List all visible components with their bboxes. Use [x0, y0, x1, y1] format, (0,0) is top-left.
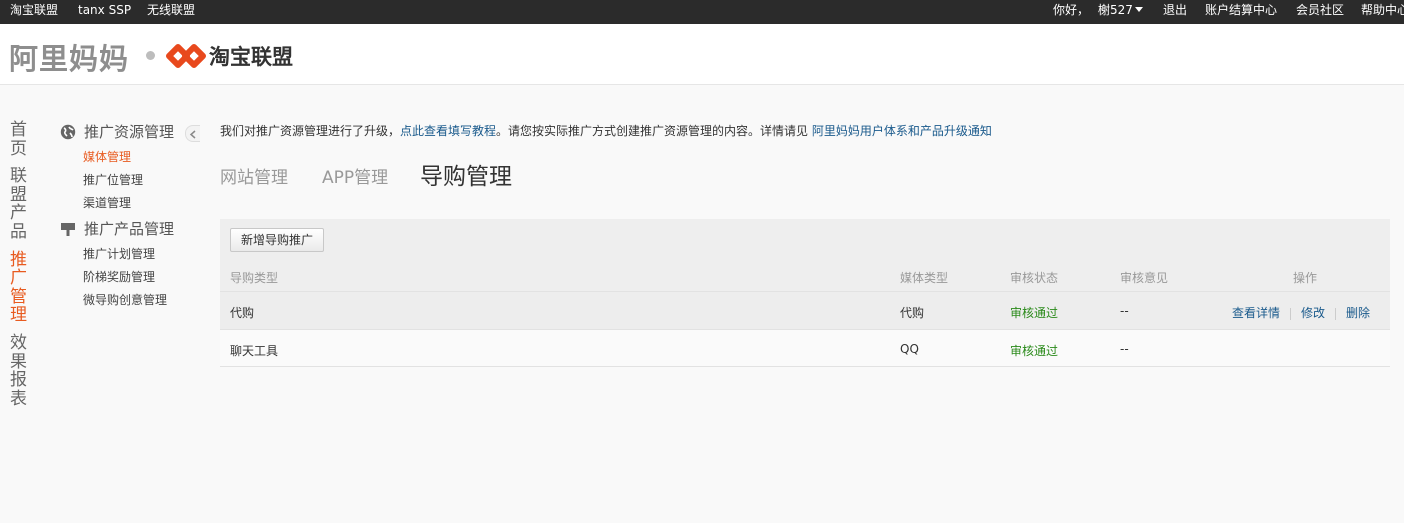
column-header-actions: 操作: [1293, 271, 1318, 285]
account-settlement-link[interactable]: 账户结算中心: [1205, 0, 1277, 20]
action-divider: [1290, 307, 1292, 320]
topbar-link-taobao-union[interactable]: 淘宝联盟: [10, 0, 58, 20]
sidebar-item-media-management[interactable]: 媒体管理: [83, 146, 200, 169]
column-header-guide-type: 导购类型: [230, 271, 279, 285]
column-header-review-opinion: 审核意见: [1120, 271, 1169, 285]
column-header-review-status: 审核状态: [1010, 271, 1059, 285]
greeting-text: 你好，: [1053, 3, 1090, 17]
signpost-icon: [61, 223, 75, 236]
tutorial-link[interactable]: 点此查看填写教程: [400, 124, 496, 138]
main-vertical-nav: 首页 联盟产品 推广管理 效果报表: [10, 121, 30, 417]
cell-media-type: 代购: [900, 306, 925, 320]
cell-media-type: QQ: [900, 342, 919, 356]
chevron-left-icon: [189, 130, 196, 139]
sidebar-collapse-button[interactable]: [185, 125, 200, 142]
greeting: 你好，: [1053, 0, 1089, 20]
sidebar-item-adzone-management[interactable]: 推广位管理: [83, 169, 200, 192]
top-bar: 淘宝联盟 tanx SSP 无线联盟 你好， 榭527 退出 账户结算中心 会员…: [0, 0, 1404, 24]
logo-separator-dot: [146, 51, 155, 60]
taobao-union-logo-icon: [166, 44, 206, 68]
sidebar-group-product: 推广产品管理: [60, 217, 200, 241]
action-divider: [1335, 307, 1337, 320]
cell-guide-type: 代购: [230, 306, 255, 320]
upgrade-notice: 我们对推广资源管理进行了升级，点此查看填写教程。请您按实际推广方式创建推广资源管…: [220, 122, 992, 139]
alimama-logo[interactable]: 阿里妈妈: [9, 36, 129, 78]
sidebar-item-micro-guide-creative-management[interactable]: 微导购创意管理: [83, 289, 200, 312]
sidebar-item-tiered-reward-management[interactable]: 阶梯奖励管理: [83, 266, 200, 289]
tab-shopping-guide-management[interactable]: 导购管理: [420, 162, 512, 192]
notice-text: 。请您按实际推广方式创建推广资源管理的内容。详情请见: [496, 124, 812, 138]
cell-review-status: 审核通过: [1010, 344, 1059, 358]
logout-link[interactable]: 退出: [1163, 0, 1187, 20]
table-toolbar: 新增导购推广 导购类型 媒体类型 审核状态 审核意见 操作: [220, 219, 1390, 291]
table-row: 聊天工具 QQ 审核通过 --: [220, 329, 1390, 367]
nav-item-union-products[interactable]: 联盟产品: [10, 167, 30, 241]
cell-review-opinion: --: [1120, 304, 1129, 318]
guide-table-panel: 新增导购推广 导购类型 媒体类型 审核状态 审核意见 操作 代购 代购 审核通过…: [220, 219, 1390, 367]
add-shopping-guide-button[interactable]: 新增导购推广: [230, 228, 325, 252]
chevron-down-icon: [1134, 7, 1143, 12]
tab-app-management[interactable]: APP管理: [322, 163, 388, 193]
taobao-union-logo-text: 淘宝联盟: [209, 45, 293, 69]
cell-review-status: 审核通过: [1010, 306, 1059, 320]
nav-item-promotion-management[interactable]: 推广管理: [10, 250, 30, 325]
table-row: 代购 代购 审核通过 -- 查看详情 修改 删除: [220, 291, 1390, 329]
help-center-link[interactable]: 帮助中心: [1361, 0, 1404, 20]
member-community-link[interactable]: 会员社区: [1296, 0, 1344, 20]
sidebar-group-resource: 推广资源管理: [60, 120, 200, 144]
sidebar-item-channel-management[interactable]: 渠道管理: [83, 192, 200, 215]
topbar-link-wireless-union[interactable]: 无线联盟: [147, 0, 195, 20]
username: 榭527: [1098, 3, 1133, 17]
delete-link[interactable]: 删除: [1346, 306, 1370, 320]
edit-link[interactable]: 修改: [1301, 306, 1325, 320]
column-header-media-type: 媒体类型: [900, 271, 949, 285]
cell-guide-type: 聊天工具: [230, 344, 279, 358]
globe-icon: [60, 124, 76, 140]
nav-item-effect-reports[interactable]: 效果报表: [10, 334, 30, 408]
user-menu[interactable]: 榭527: [1098, 0, 1143, 20]
view-details-link[interactable]: 查看详情: [1232, 306, 1280, 320]
notice-text: 我们对推广资源管理进行了升级，: [220, 124, 401, 138]
sidebar-group-title: 推广产品管理: [84, 220, 175, 238]
tab-website-management[interactable]: 网站管理: [220, 163, 288, 193]
topbar-link-tanx-ssp[interactable]: tanx SSP: [78, 0, 131, 20]
nav-item-home[interactable]: 首页: [10, 121, 30, 158]
cell-review-opinion: --: [1120, 342, 1129, 356]
secondary-sidebar: 推广资源管理 媒体管理 推广位管理 渠道管理 推广产品管理 推广计划管理 阶梯奖…: [60, 120, 200, 312]
sidebar-group-title: 推广资源管理: [84, 123, 175, 141]
sidebar-item-campaign-management[interactable]: 推广计划管理: [83, 243, 200, 266]
row-actions: 查看详情 修改 删除: [1232, 304, 1370, 321]
header: 阿里妈妈 淘宝联盟: [0, 24, 1404, 85]
upgrade-notice-link[interactable]: 阿里妈妈用户体系和产品升级通知: [812, 124, 992, 138]
